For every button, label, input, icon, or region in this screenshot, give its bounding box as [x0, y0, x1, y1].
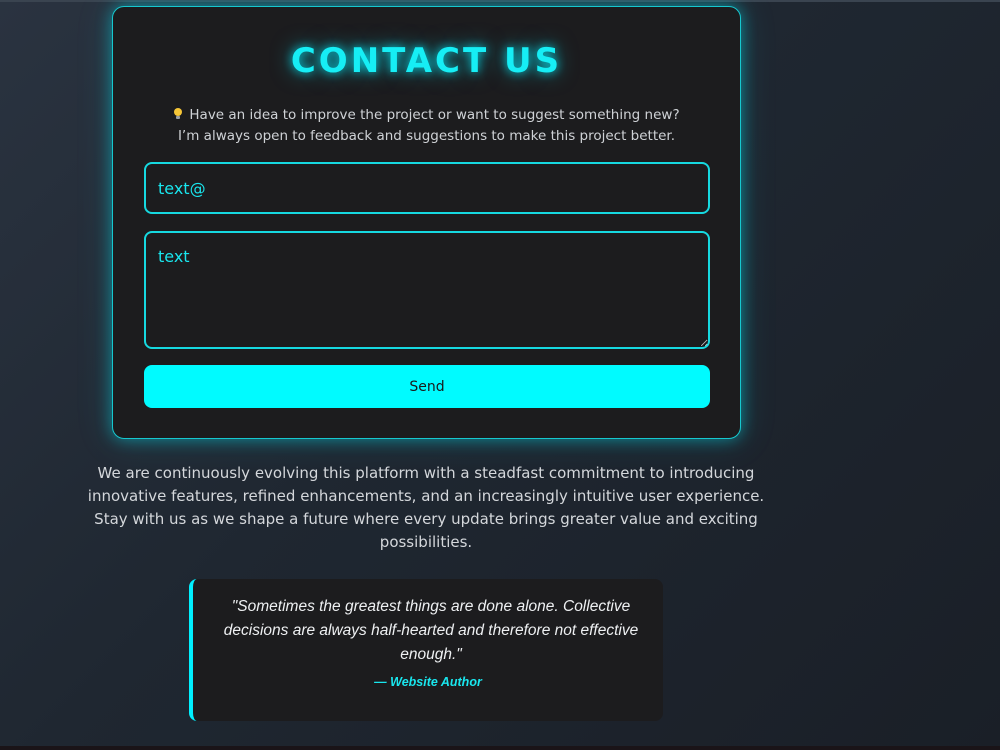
message-field[interactable]: text [144, 231, 710, 349]
quote-card: "Sometimes the greatest things are done … [189, 579, 663, 721]
lightbulb-icon [173, 108, 183, 120]
email-field[interactable] [144, 162, 710, 214]
subtitle-line-2: I’m always open to feedback and suggesti… [177, 128, 676, 144]
bottom-divider [0, 746, 1000, 750]
contact-title: CONTACT US [290, 41, 563, 81]
info-paragraph: We are continuously evolving this platfo… [87, 464, 765, 551]
top-divider [0, 0, 1000, 2]
contact-card: CONTACT US Have an idea to improve the p… [112, 6, 741, 439]
subtitle-line-1: Have an idea to improve the project or w… [113, 105, 740, 126]
subtitle-line-1-text: Have an idea to improve the project or w… [189, 107, 680, 123]
quote-author: — Website Author [374, 675, 482, 689]
quote-text: "Sometimes the greatest things are done … [223, 598, 639, 663]
contact-subtitle: Have an idea to improve the project or w… [113, 105, 740, 147]
send-button[interactable]: Send [144, 365, 710, 408]
